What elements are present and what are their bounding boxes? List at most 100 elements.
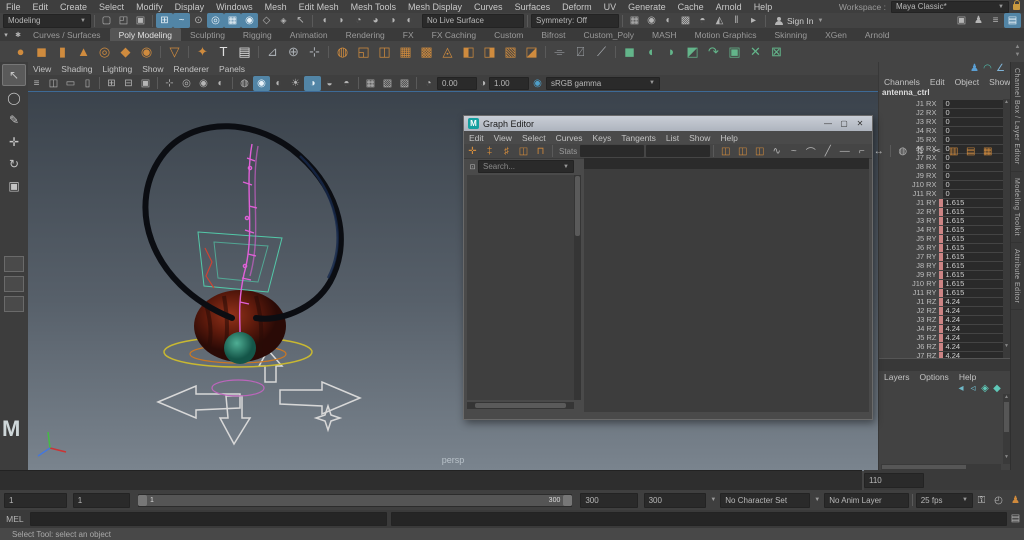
channel-row[interactable]: J8 RY1.615	[879, 261, 1003, 270]
menu-viewport-renderer[interactable]: Renderer	[169, 64, 214, 74]
snap-view-plane-icon[interactable]: ▦	[224, 13, 241, 28]
menu-main-modify[interactable]: Modify	[130, 2, 169, 12]
shelf-scroll-spinner[interactable]: ▲▼	[1013, 43, 1022, 59]
auto-keyframe-icon[interactable]: ⚿	[973, 493, 990, 508]
shelf-tab-rigging[interactable]: Rigging	[234, 28, 281, 41]
menu-main-file[interactable]: File	[0, 2, 27, 12]
channel-value-field[interactable]: 0	[943, 136, 1003, 144]
shelf-tab-animation[interactable]: Animation	[281, 28, 337, 41]
channel-row[interactable]: J6 RY1.615	[879, 243, 1003, 252]
channel-value-field[interactable]: 1.615	[943, 271, 1003, 279]
menu-layer-editor-layers[interactable]: Layers	[879, 372, 915, 382]
layout-single-pane[interactable]	[4, 256, 24, 272]
menu-main-edit[interactable]: Edit	[27, 2, 55, 12]
snap-grid-icon[interactable]: ⊞	[156, 13, 173, 28]
right-tab-modeling-toolkit[interactable]: Modeling Toolkit	[1011, 172, 1022, 243]
dock-graph-icon[interactable]: ∠	[994, 61, 1007, 76]
smooth-icon[interactable]: ◬	[437, 42, 458, 61]
motion-blur-icon[interactable]: ◓	[338, 76, 355, 91]
channel-value-field[interactable]: 0	[943, 190, 1003, 198]
poly-cylinder-icon[interactable]: ▮	[52, 42, 73, 61]
menu-main-select[interactable]: Select	[93, 2, 130, 12]
type-tool-icon[interactable]: T	[213, 42, 234, 61]
input-connections-icon[interactable]: ◖	[316, 13, 333, 28]
locator-icon[interactable]: ⊕	[283, 42, 304, 61]
2d-pan-icon[interactable]: ⊟	[120, 76, 137, 91]
shelf-menu-icon[interactable]: ▾	[0, 27, 12, 42]
range-slider-track[interactable]: 1 300	[138, 494, 572, 507]
channel-value-field[interactable]: 1.615	[943, 235, 1003, 243]
playback-end-field[interactable]: 300	[580, 493, 637, 508]
grid-icon[interactable]: ⊹	[161, 76, 178, 91]
swap-buffer-icon[interactable]: ⇅	[911, 144, 928, 159]
shelf-tab-poly-modeling[interactable]: Poly Modeling	[110, 28, 181, 41]
boolean-icon[interactable]: ◍	[332, 42, 353, 61]
lights-icon[interactable]: ☀	[287, 76, 304, 91]
poly-cone-icon[interactable]: ▲	[73, 42, 94, 61]
minimize-button[interactable]: —	[820, 118, 836, 129]
workspace-lock-icon[interactable]	[1013, 4, 1020, 10]
time-slider[interactable]	[0, 470, 862, 491]
reduce-icon[interactable]: ◪	[521, 42, 542, 61]
lock-selection-icon[interactable]: ◈	[275, 13, 292, 28]
time-snap-icon[interactable]: ▥	[945, 144, 962, 159]
menu-channel-box-object[interactable]: Object	[950, 77, 985, 87]
scale-tool[interactable]: ▣	[3, 176, 25, 196]
channel-value-field[interactable]: 4.24	[943, 334, 1003, 342]
channel-row[interactable]: J4 RX0	[879, 126, 1003, 135]
channel-value-field[interactable]: 0	[943, 172, 1003, 180]
pause-icon[interactable]: ‖	[728, 13, 745, 28]
paint-select-tool[interactable]: ✎	[3, 110, 25, 130]
soft-select-icon[interactable]: ◑	[384, 13, 401, 28]
shelf-tab-arnold[interactable]: Arnold	[856, 28, 899, 41]
lock-camera-icon[interactable]: ◫	[45, 76, 62, 91]
ipr-render-icon[interactable]: ◐	[660, 13, 677, 28]
poly-torus-icon[interactable]: ◎	[94, 42, 115, 61]
stacked-view-icon[interactable]: ▦	[979, 144, 996, 159]
image-plane-icon[interactable]: ⊞	[103, 76, 120, 91]
menu-main-help[interactable]: Help	[748, 2, 779, 12]
poly-cube-icon[interactable]: ◼	[31, 42, 52, 61]
script-editor-icon[interactable]: ▤	[1007, 511, 1024, 526]
color-management-icon[interactable]: ◉	[529, 76, 546, 91]
command-input[interactable]	[30, 512, 387, 526]
value-snap-icon[interactable]: ▤	[962, 144, 979, 159]
dock-person-icon[interactable]: ♟	[968, 61, 981, 76]
channel-value-field[interactable]: 0	[943, 100, 1003, 108]
channel-value-field[interactable]: 4.24	[943, 316, 1003, 324]
snap-curve-icon[interactable]: ~	[173, 13, 190, 28]
highlight-icon[interactable]: ◐	[401, 13, 418, 28]
camera-attrs-icon[interactable]: ▭	[62, 76, 79, 91]
screen-ao-icon[interactable]: ◒	[321, 76, 338, 91]
menu-main-mesh[interactable]: Mesh	[259, 2, 293, 12]
channel-row[interactable]: J10 RX0	[879, 180, 1003, 189]
channel-row[interactable]: J1 RZ4.24	[879, 297, 1003, 306]
channel-value-field[interactable]: 0	[943, 163, 1003, 171]
separate-icon[interactable]: ◫	[374, 42, 395, 61]
dock-ring-icon[interactable]: ◠	[981, 61, 994, 76]
shadows-icon[interactable]: ◑	[304, 76, 321, 91]
snap-projected-center-icon[interactable]: ◎	[207, 13, 224, 28]
range-handle-start[interactable]	[138, 495, 147, 506]
animation-preferences-icon[interactable]: ◴	[990, 493, 1007, 508]
combine-icon[interactable]: ◱	[353, 42, 374, 61]
rotate-tool[interactable]: ↻	[3, 154, 25, 174]
menu-main-curves[interactable]: Curves	[468, 2, 509, 12]
character-controls-icon[interactable]: ♟	[970, 13, 987, 28]
shelf-tab-xgen[interactable]: XGen	[816, 28, 856, 41]
shelf-tab-motion-graphics[interactable]: Motion Graphics	[686, 28, 766, 41]
menu-viewport-shading[interactable]: Shading	[56, 64, 97, 74]
output-connections-icon[interactable]: ◗	[333, 13, 350, 28]
right-tab-attribute-editor[interactable]: Attribute Editor	[1011, 243, 1022, 310]
channel-row[interactable]: J3 RX0	[879, 117, 1003, 126]
curve-snap-icon[interactable]: ◕	[367, 13, 384, 28]
shelf-tab-mash[interactable]: MASH	[643, 28, 686, 41]
channel-row[interactable]: J8 RX0	[879, 162, 1003, 171]
channel-value-field[interactable]: 1.615	[943, 226, 1003, 234]
fps-dropdown[interactable]: 25 fps▼	[916, 493, 973, 508]
gate-mask-icon[interactable]: ◐	[212, 76, 229, 91]
select-camera-icon[interactable]: ≡	[28, 76, 45, 91]
highlight-selection-icon[interactable]: ↖	[292, 13, 309, 28]
menu-viewport-show[interactable]: Show	[137, 64, 168, 74]
target-weld-icon[interactable]: ◼	[619, 42, 640, 61]
